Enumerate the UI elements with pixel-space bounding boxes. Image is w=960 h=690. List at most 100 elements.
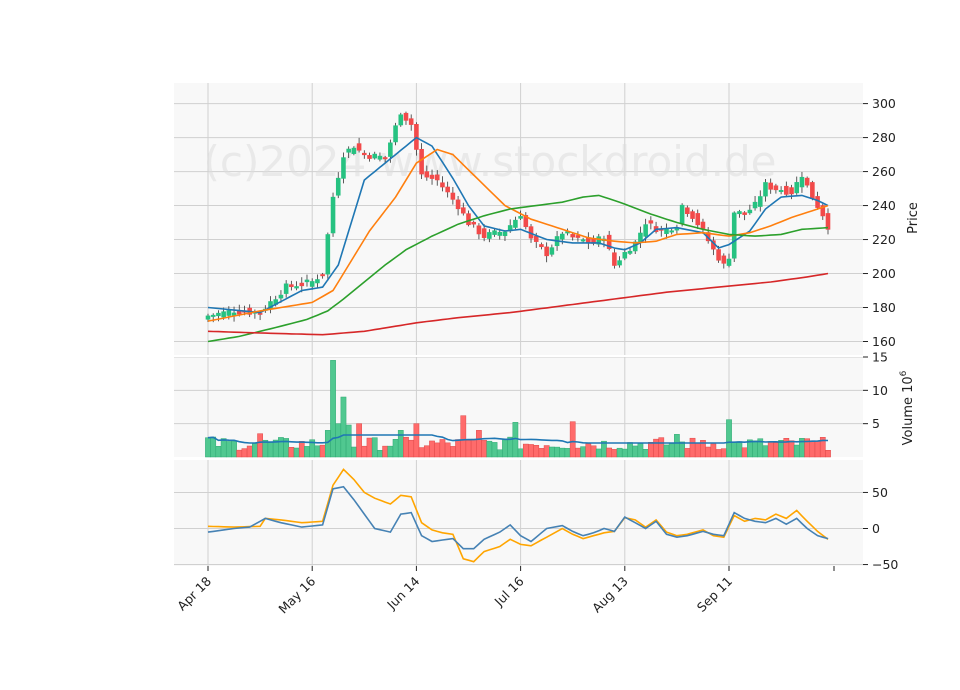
volume-bar (710, 443, 717, 458)
volume-bar (413, 423, 420, 458)
x-axis-ticks: Apr 18 May 16 Jun 14 Jul 16 Aug 13 Sep 11 (174, 566, 835, 616)
price-panel-bg (174, 83, 863, 355)
volume-bar (632, 445, 639, 458)
candle-body (695, 213, 701, 226)
volume-bar (595, 448, 602, 458)
volume-bar (241, 448, 248, 458)
candle-body (289, 284, 294, 288)
candle-body (638, 232, 643, 243)
volume-bar (356, 423, 362, 458)
candle-body (481, 228, 487, 238)
candle-body (419, 148, 424, 175)
candle-body (497, 231, 503, 236)
candle-body (221, 311, 226, 318)
candle-body (799, 176, 805, 188)
candle-body (690, 211, 695, 219)
volume-bar (788, 440, 795, 458)
candle-body (466, 213, 471, 226)
volume-bar (418, 447, 425, 458)
volume-bar (616, 447, 623, 458)
y-tick-label: 180 (872, 300, 896, 315)
volume-bar (611, 449, 618, 458)
indicator-panel-bg (174, 460, 863, 566)
volume-bar (642, 449, 649, 458)
volume-bar (741, 447, 748, 458)
candle-body (617, 260, 622, 266)
volume-bar (351, 446, 357, 458)
candle-body (664, 228, 669, 234)
volume-bar (330, 360, 336, 458)
volume-bar (752, 440, 758, 458)
candle-body (533, 235, 539, 242)
candle-body (362, 152, 367, 156)
candle-body (335, 177, 341, 196)
candle-body (460, 207, 466, 214)
volume-bar (366, 437, 373, 458)
x-tick-label: Apr 18 (174, 573, 214, 613)
volume-bar (731, 441, 738, 458)
candle-body (502, 231, 508, 237)
volume-bar (246, 445, 253, 458)
volume-bar (481, 440, 487, 458)
volume-bar (470, 438, 477, 458)
candle-body (559, 233, 565, 240)
candle-body (648, 220, 654, 224)
candle-body (747, 209, 753, 214)
stock-chart: (c)2024 www.stockdroid.de 160 180 200 220 24… (174, 83, 921, 616)
x-tick-label: Sep 11 (694, 574, 735, 615)
candle-body (742, 212, 747, 215)
candle-body (278, 294, 284, 299)
candle-body (778, 190, 784, 193)
y-tick-label: 50 (872, 485, 888, 500)
candle-body (622, 252, 628, 259)
volume-bar (314, 445, 321, 458)
volume-bar (267, 442, 274, 458)
volume-bar (814, 440, 821, 458)
candle-body (513, 219, 518, 228)
volume-bar (392, 439, 399, 458)
y-tick-label: 0 (872, 521, 880, 536)
volume-bar (293, 447, 300, 458)
candle-body (825, 213, 831, 230)
volume-bar (210, 436, 217, 458)
volume-bar (705, 446, 712, 458)
candle-body (226, 310, 232, 316)
volume-bar (403, 436, 409, 458)
volume-bar (674, 434, 680, 458)
y-tick-label: 300 (872, 96, 896, 111)
candle-body (424, 171, 430, 178)
volume-bar (340, 396, 347, 458)
volume-bar (517, 448, 524, 458)
candle-body (388, 142, 393, 157)
candle-body (627, 250, 633, 254)
volume-bar (590, 445, 597, 458)
candle-body (294, 286, 299, 289)
volume-bar (491, 442, 498, 458)
volume-bar (429, 440, 435, 458)
candle-body (299, 282, 305, 287)
volume-bar (450, 446, 456, 458)
y-tick-label: 260 (872, 164, 896, 179)
x-tick-label: Jul 16 (491, 573, 527, 609)
candle-body (377, 155, 383, 160)
price-axis-title: Price (906, 202, 921, 234)
volume-bar (694, 443, 701, 458)
candle-body (455, 199, 461, 210)
volume-bar (585, 443, 592, 458)
candle-body (309, 281, 315, 287)
y-tick-label: 15 (872, 350, 888, 365)
volume-bar (543, 445, 550, 458)
volume-bar (476, 430, 482, 458)
volume-bar (627, 442, 633, 458)
volume-bar (773, 442, 779, 458)
volume-bar (460, 415, 467, 458)
volume-bar (465, 440, 472, 458)
volume-bar (720, 448, 727, 458)
candle-body (685, 207, 690, 214)
volume-bar (528, 444, 534, 458)
candle-body (487, 232, 492, 239)
volume-bar (439, 439, 446, 458)
volume-bar (679, 441, 685, 458)
watermark: (c)2024 www.stockdroid.de (204, 137, 777, 186)
candle-body (539, 244, 544, 248)
